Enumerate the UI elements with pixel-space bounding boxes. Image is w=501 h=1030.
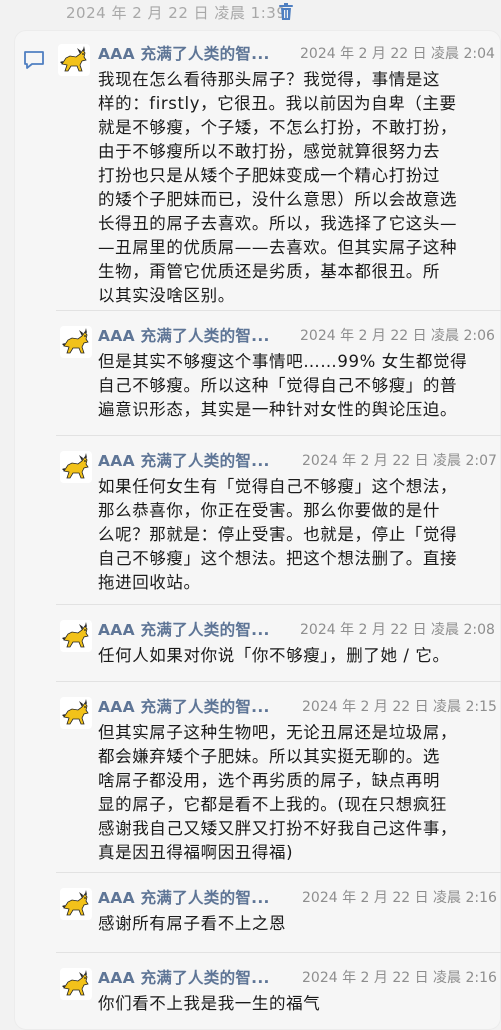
comment-line: 但是其实不够瘦这个事情吧……99% 女生都觉得 xyxy=(98,352,468,371)
comment-line: 你们看不上我是我一生的福气 xyxy=(98,994,321,1013)
comment-line: 我现在怎么看待那头屌子？我觉得，事情是这 xyxy=(98,70,440,89)
avatar[interactable] xyxy=(60,620,92,652)
comment-line: 生物，甭管它优质还是劣质，基本都很丑。所 xyxy=(98,262,440,281)
comment-line: 那么恭喜你，你正在受害。那么你要做的是什 xyxy=(98,501,440,520)
comment-line: 如果任何女生有「觉得自己不够瘦」这个想法， xyxy=(98,477,458,496)
avatar[interactable] xyxy=(60,326,92,358)
comment-body: 但其实屌子这种生物吧，无论丑屌还是垃圾屌， 都会嫌弃矮个子肥妹。所以其实挺无聊的。… xyxy=(98,721,457,865)
author-name[interactable]: AAA 充满了人类的智... xyxy=(98,695,270,717)
thread-header: 2024 年 2 月 22 日 凌晨 1:39 xyxy=(0,0,501,26)
author-name[interactable]: AAA 充满了人类的智... xyxy=(98,886,270,908)
comment-line: 任何人如果对你说「你不够瘦」，删了她 / 它。 xyxy=(98,646,450,665)
trash-icon[interactable] xyxy=(278,3,294,21)
comment-body: 我现在怎么看待那头屌子？我觉得，事情是这 样的：firstly，它很丑。我以前因为… xyxy=(98,68,457,308)
comment-time: 2024 年 2 月 22 日 凌晨 2:16 xyxy=(302,890,497,906)
comment-line: 真是因丑得福啊因丑得福) xyxy=(98,843,294,862)
comment-line: 都会嫌弃矮个子肥妹。所以其实挺无聊的。选 xyxy=(98,747,440,766)
comment-body: 感谢所有屌子看不上之恩 xyxy=(98,912,286,936)
comment-body: 如果任何女生有「觉得自己不够瘦」这个想法， 那么恭喜你，你正在受害。那么你要做的是… xyxy=(98,475,457,595)
comment-divider xyxy=(56,604,501,605)
comment-line: 以其实没啥区别。 xyxy=(98,286,235,305)
comment-line: 么呢？那就是：停止受害。也就是，停止「觉得 xyxy=(98,525,458,544)
thread-timestamp: 2024 年 2 月 22 日 凌晨 1:39 xyxy=(66,4,287,22)
comment-line: 但其实屌子这种生物吧，无论丑屌还是垃圾屌， xyxy=(98,723,458,742)
comment-line: 就是不够瘦，个子矮，不怎么打扮，不敢打扮， xyxy=(98,118,458,137)
comment-line: 样的：firstly，它很丑。我以前因为自卑（主要 xyxy=(98,94,457,113)
avatar[interactable] xyxy=(60,451,92,483)
comment-divider xyxy=(56,952,501,953)
avatar[interactable] xyxy=(60,888,92,920)
avatar[interactable] xyxy=(60,697,92,729)
comment-line: 拖进回收站。 xyxy=(98,573,201,592)
comment-divider xyxy=(56,310,501,311)
comment-line: 遍意识形态，其实是一种针对女性的舆论压迫。 xyxy=(98,400,458,419)
comment-line: 显的屌子，它都是看不上我的。(现在只想疯狂 xyxy=(98,795,448,814)
comment-time: 2024 年 2 月 22 日 凌晨 2:15 xyxy=(302,699,497,715)
comment-time: 2024 年 2 月 22 日 凌晨 2:16 xyxy=(302,970,497,986)
comment-divider xyxy=(56,681,501,682)
avatar[interactable] xyxy=(58,44,90,76)
comment-body: 任何人如果对你说「你不够瘦」，删了她 / 它。 xyxy=(98,644,450,668)
comment-line: 长得丑的屌子去喜欢。所以，我选择了它这头— xyxy=(98,214,458,233)
comment-line: 由于不够瘦所以不敢打扮，感觉就算很努力去 xyxy=(98,142,440,161)
comment-line: 自己不够瘦」这个想法。把这个想法删了。直接 xyxy=(98,549,458,568)
comment-divider xyxy=(56,872,501,873)
comment-time: 2024 年 2 月 22 日 凌晨 2:04 xyxy=(300,46,495,62)
comment-line: 自己不够瘦。所以这种「觉得自己不够瘦」的普 xyxy=(98,376,458,395)
comment-icon[interactable] xyxy=(23,50,45,70)
comment-body: 但是其实不够瘦这个事情吧……99% 女生都觉得 自己不够瘦。所以这种「觉得自己不够… xyxy=(98,350,467,422)
comment-time: 2024 年 2 月 22 日 凌晨 2:06 xyxy=(300,328,495,344)
comment-line: 感谢所有屌子看不上之恩 xyxy=(98,914,287,933)
author-name[interactable]: AAA 充满了人类的智... xyxy=(98,324,270,346)
comment-time: 2024 年 2 月 22 日 凌晨 2:08 xyxy=(300,622,495,638)
author-name[interactable]: AAA 充满了人类的智... xyxy=(98,42,270,64)
author-name[interactable]: AAA 充满了人类的智... xyxy=(98,449,270,471)
comment-divider xyxy=(56,435,501,436)
comment-line: 的矮个子肥妹而已，没什么意思）所以会故意选 xyxy=(98,190,458,209)
comment-line: 打扮也只是从矮个子肥妹变成一个精心打扮过 xyxy=(98,166,440,185)
comment-line: 啥屌子都没用，选个再劣质的屌子，缺点再明 xyxy=(98,771,440,790)
comment-time: 2024 年 2 月 22 日 凌晨 2:07 xyxy=(302,453,497,469)
author-name[interactable]: AAA 充满了人类的智... xyxy=(98,618,270,640)
comment-line: —丑屌里的优质屌——去喜欢。但其实屌子这种 xyxy=(98,238,458,257)
comment-line: 感谢我自己又矮又胖又打扮不好我自己这件事， xyxy=(98,819,458,838)
comment-body: 你们看不上我是我一生的福气 xyxy=(98,992,320,1016)
author-name[interactable]: AAA 充满了人类的智... xyxy=(98,966,270,988)
avatar[interactable] xyxy=(60,968,92,1000)
